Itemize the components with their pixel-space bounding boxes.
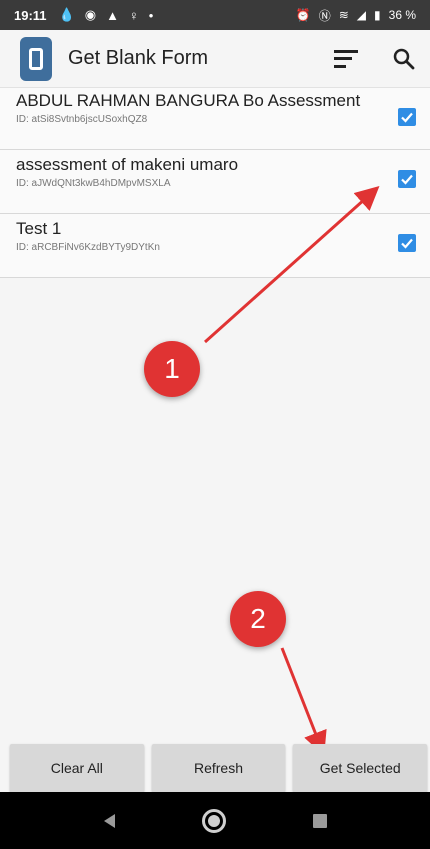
app-actions [334, 47, 416, 71]
form-list: ABDUL RAHMAN BANGURA Bo Assessment ID: a… [0, 88, 430, 278]
app-logo-icon [20, 36, 52, 81]
page-title: Get Blank Form [68, 47, 209, 69]
status-right: ⏰ Ⓝ ≋ ◢ ▮ 36 % [296, 7, 416, 24]
battery-icon: ▮ [374, 8, 381, 22]
get-selected-button[interactable]: Get Selected [293, 744, 428, 792]
status-time: 19:11 [14, 7, 47, 23]
back-icon[interactable] [103, 813, 115, 828]
form-row[interactable]: assessment of makeni umaro ID: aJWdQNt3k… [0, 150, 430, 214]
annotation-badge-1: 1 [144, 341, 200, 397]
form-name: ABDUL RAHMAN BANGURA Bo Assessment [16, 91, 361, 110]
notification-icons: 💧 ◉ ▲ ♀ • [59, 7, 154, 23]
form-row[interactable]: Test 1 ID: aRCBFiNv6KzdBYTy9DYtKn [0, 214, 430, 278]
form-id: ID: aJWdQNt3kwB4hDMpvMSXLA [16, 178, 171, 189]
dot-icon: • [148, 7, 154, 23]
button-bar: Clear All Refresh Get Selected [0, 744, 430, 792]
status-left: 19:11 💧 ◉ ▲ ♀ • [14, 7, 153, 23]
refresh-button[interactable]: Refresh [151, 744, 286, 792]
battery-level: 36 % [388, 8, 416, 22]
wifi-icon: ≋ [338, 8, 349, 22]
annotation-arrow-2 [280, 647, 327, 756]
form-name: Test 1 [16, 219, 62, 238]
drop-icon: 💧 [58, 7, 75, 22]
status-bar: 19:11 💧 ◉ ▲ ♀ • ⏰ Ⓝ ≋ ◢ ▮ 36 % [0, 0, 430, 30]
sort-icon[interactable] [334, 49, 358, 68]
form-checkbox[interactable] [398, 170, 416, 188]
home-icon[interactable] [201, 808, 226, 833]
nav-bar [0, 792, 430, 849]
form-name: assessment of makeni umaro [16, 155, 239, 174]
alarm-icon: ⏰ [295, 8, 311, 22]
clear-all-button[interactable]: Clear All [10, 744, 144, 792]
form-checkbox[interactable] [398, 234, 416, 252]
annotation-badge-2: 2 [230, 591, 286, 647]
form-id: ID: atSi8Svtnb6jscUSoxhQZ8 [16, 114, 148, 125]
form-row[interactable]: ABDUL RAHMAN BANGURA Bo Assessment ID: a… [0, 88, 430, 150]
app-bar: Get Blank Form [0, 30, 430, 88]
form-id: ID: aRCBFiNv6KzdBYTy9DYtKn [16, 242, 160, 253]
signal-icon: ◢ [356, 8, 367, 22]
nfc-icon: Ⓝ [318, 8, 331, 23]
search-icon[interactable] [392, 47, 416, 71]
circle-app-icon: ◉ [84, 7, 97, 22]
warning-icon: ▲ [106, 7, 119, 23]
recents-icon[interactable] [312, 813, 327, 828]
bulb-icon: ♀ [128, 7, 139, 23]
form-checkbox[interactable] [398, 108, 416, 126]
